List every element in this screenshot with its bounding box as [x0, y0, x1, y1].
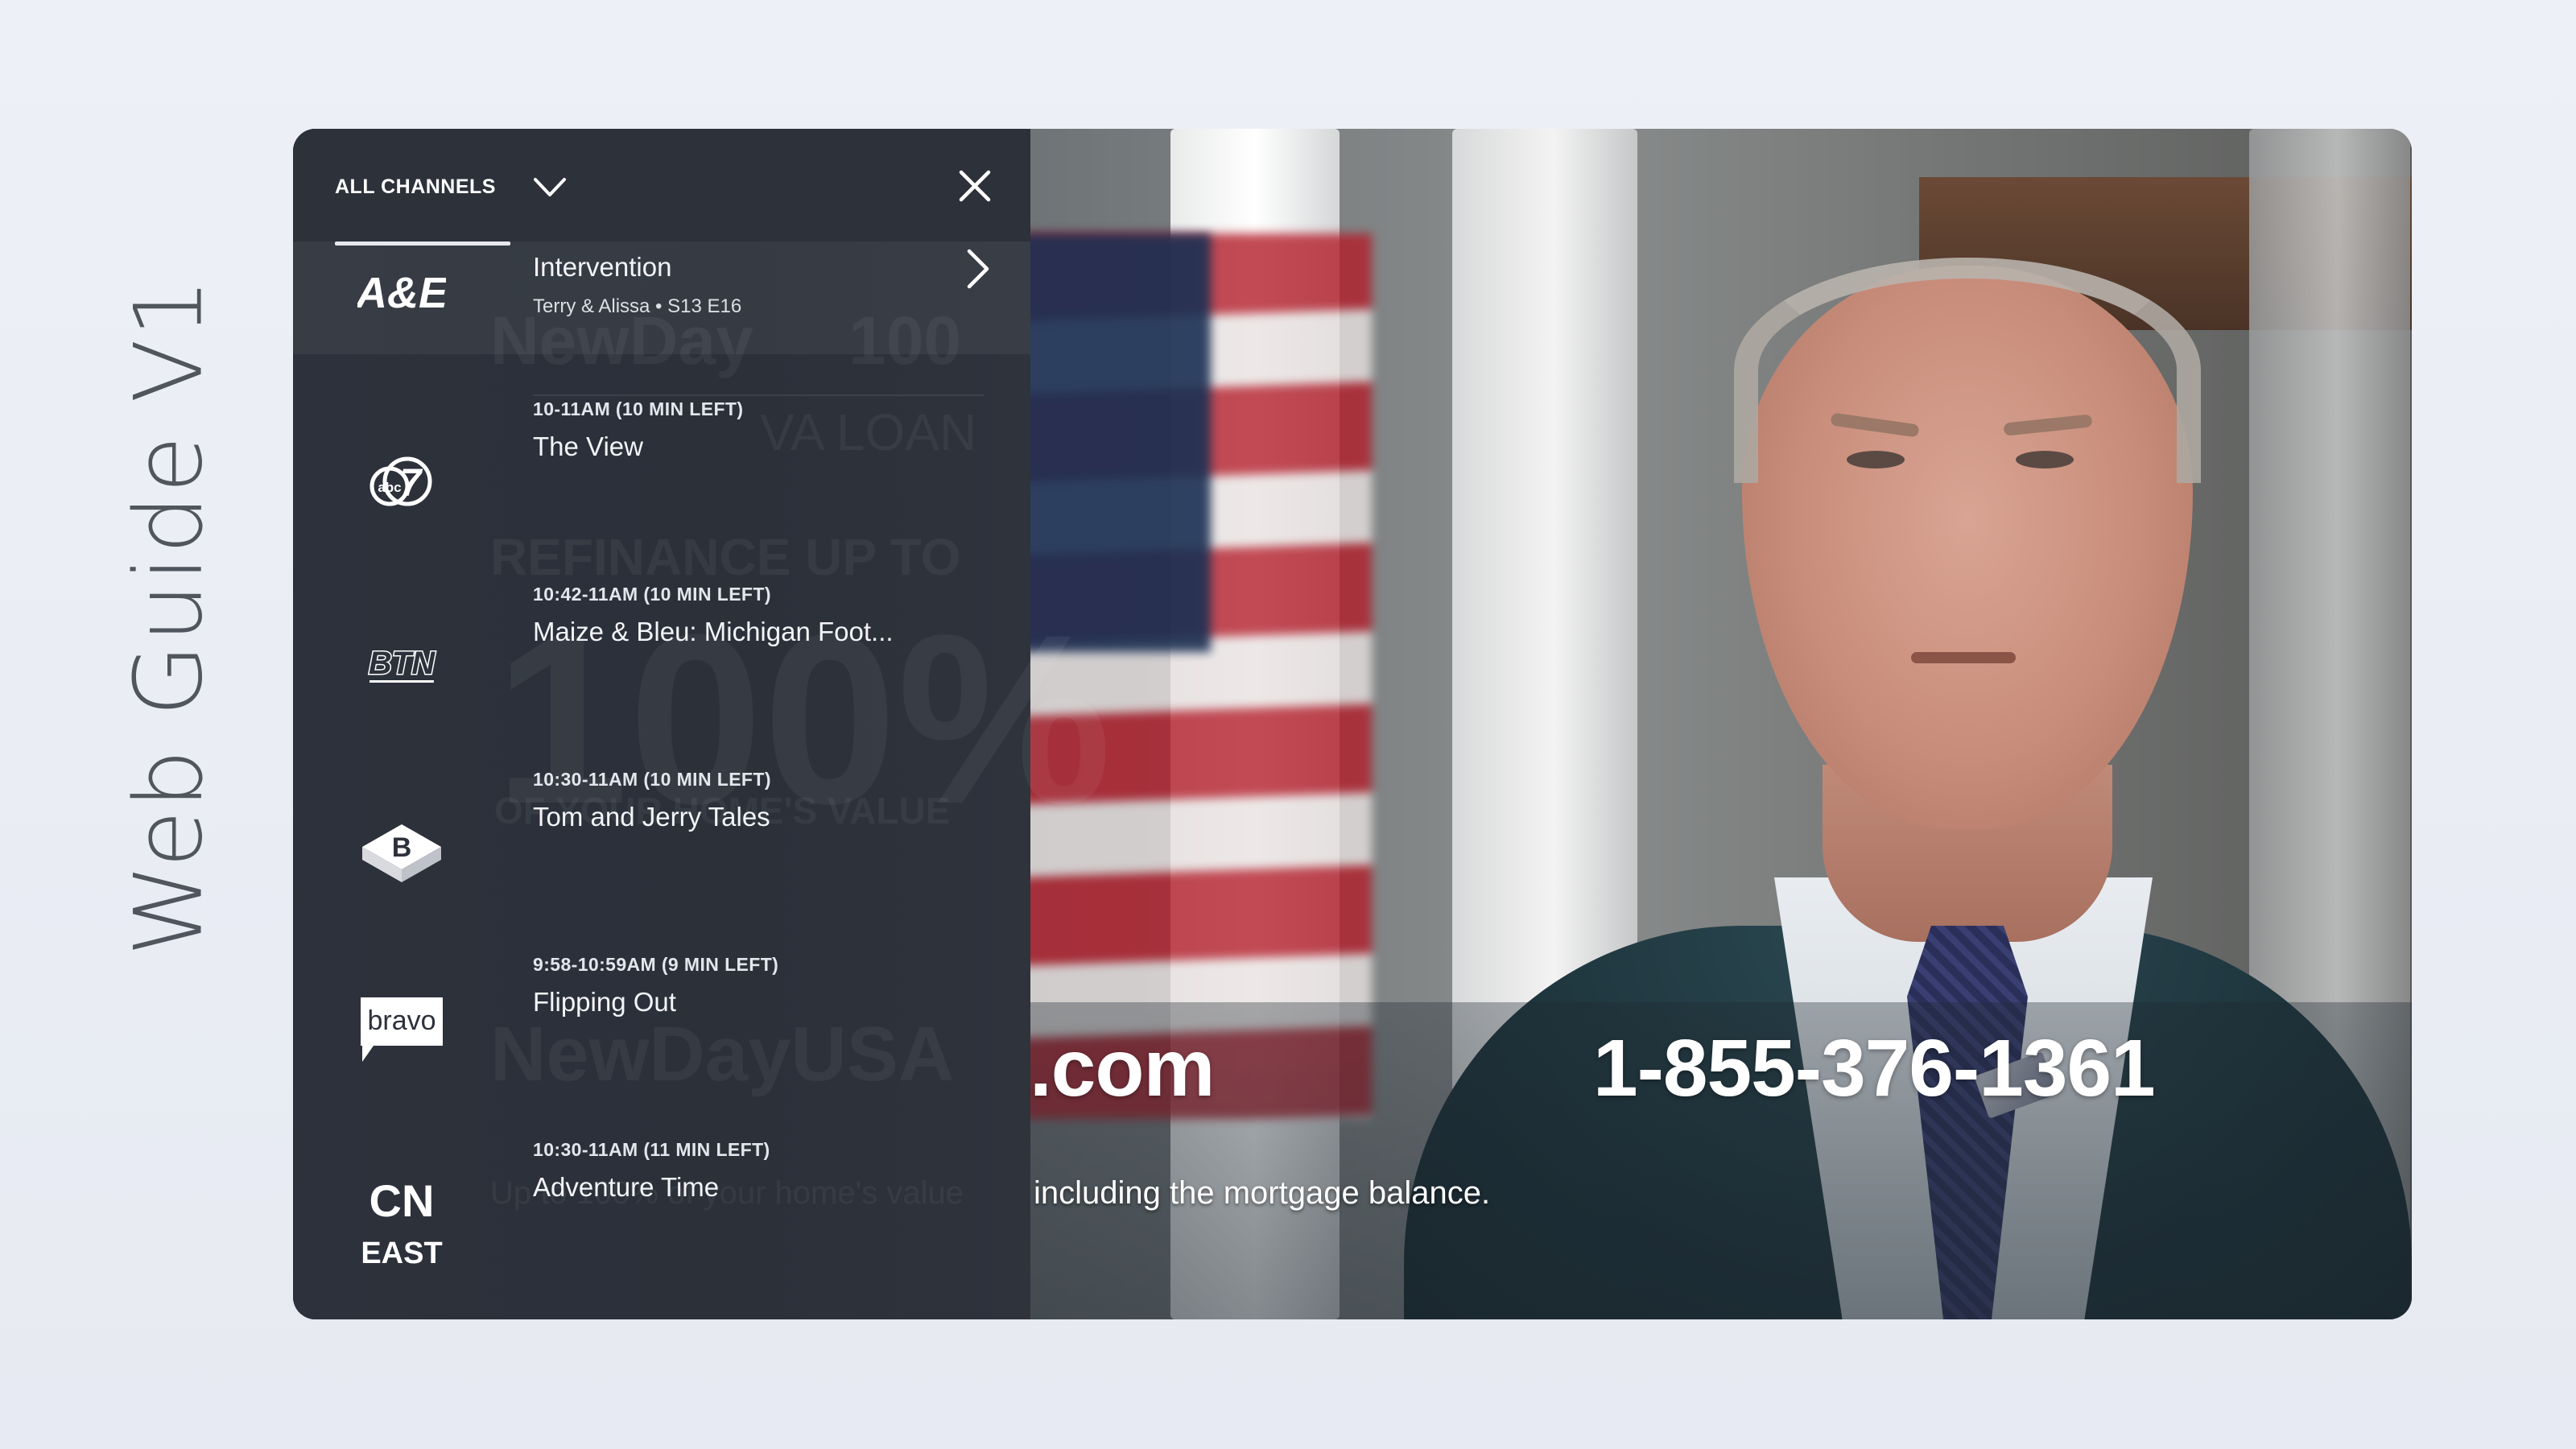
video-player[interactable]: .com 1-855-376-1361 including the mortga…: [293, 129, 2412, 1319]
video-caption: including the mortgage balance.: [1034, 1175, 1491, 1211]
program-time: 10-11AM (10 MIN LEFT): [533, 398, 744, 419]
bravo-logo: bravo: [357, 986, 446, 1075]
presenter-hair: [1734, 258, 2201, 483]
channel-row[interactable]: abc 7 10-11AM (10 MIN LEFT) The View: [293, 398, 1030, 584]
channel-filter-label: ALL CHANNELS: [335, 175, 496, 198]
svg-text:CN: CN: [369, 1175, 435, 1226]
program-time: 10:42-11AM (10 MIN LEFT): [533, 584, 771, 605]
program-subtitle: Terry & Alissa • S13 E16: [533, 295, 742, 317]
svg-text:BTN: BTN: [369, 646, 436, 681]
video-url-text: .com: [1030, 1023, 1215, 1113]
program-title: The View: [533, 431, 643, 461]
channel-guide-panel: NewDay 100 VA LOAN REFINANCE UP TO 100% …: [293, 129, 1112, 1319]
svg-text:7: 7: [400, 462, 423, 505]
ae-logo-icon: A&E: [357, 269, 446, 317]
abc7-logo-icon: abc 7: [369, 456, 432, 506]
program-time: 10:30-11AM (10 MIN LEFT): [533, 769, 771, 790]
page-title: Web Guide V1: [114, 275, 224, 956]
btn-logo: BTN: [357, 624, 446, 712]
channel-row-selected[interactable]: A&E Intervention Terry & Alissa • S13 E1…: [293, 242, 1030, 354]
program-title: Tom and Jerry Tales: [533, 802, 770, 832]
chevron-down-icon[interactable]: [533, 177, 567, 198]
channel-row[interactable]: bravo 9:58-10:59AM (9 MIN LEFT) Flipping…: [293, 954, 1030, 1139]
row-divider: [533, 394, 984, 396]
program-time: 10:30-11AM (11 MIN LEFT): [533, 1139, 770, 1160]
boomerang-logo: B: [357, 809, 446, 898]
program-time: 9:58-10:59AM (9 MIN LEFT): [533, 954, 779, 975]
cartoon-network-logo-icon: CN EAST: [361, 1175, 442, 1270]
presenter-eye: [1847, 451, 1905, 469]
program-title: Flipping Out: [533, 987, 676, 1017]
video-phone-text: 1-855-376-1361: [1593, 1023, 2156, 1113]
svg-text:abc: abc: [378, 480, 401, 495]
program-info: 9:58-10:59AM (9 MIN LEFT) Flipping Out: [533, 954, 778, 1018]
program-info: 10:30-11AM (10 MIN LEFT) Tom and Jerry T…: [533, 769, 771, 832]
channel-row[interactable]: CN EAST 10:30-11AM (11 MIN LEFT) Adventu…: [293, 1139, 1030, 1319]
program-title: Intervention: [533, 252, 672, 282]
ae-logo: A&E: [357, 250, 446, 338]
program-title: Adventure Time: [533, 1172, 720, 1202]
channel-row[interactable]: BTN 10:42-11AM (10 MIN LEFT) Maize & Ble…: [293, 584, 1030, 769]
bravo-logo-icon: bravo: [361, 997, 443, 1062]
program-info: 10:30-11AM (11 MIN LEFT) Adventure Time: [533, 1139, 770, 1203]
presenter-eye: [2016, 451, 2074, 469]
selected-program-info: Intervention Terry & Alissa • S13 E16: [533, 252, 741, 318]
svg-text:B: B: [392, 832, 412, 863]
program-info: 10-11AM (10 MIN LEFT) The View: [533, 398, 743, 462]
close-icon[interactable]: [953, 164, 997, 208]
chevron-right-icon[interactable]: [961, 248, 993, 294]
btn-logo-icon: BTN: [367, 645, 437, 683]
cartoon-network-logo: CN EAST: [357, 1171, 446, 1276]
svg-text:bravo: bravo: [367, 1005, 436, 1036]
channel-filter-dropdown[interactable]: ALL CHANNELS: [335, 175, 567, 199]
presenter-mouth: [1911, 652, 2016, 663]
guide-header: ALL CHANNELS: [293, 129, 1030, 242]
svg-text:EAST: EAST: [361, 1236, 442, 1270]
channel-row[interactable]: B 10:30-11AM (10 MIN LEFT) Tom and Jerry…: [293, 769, 1030, 954]
abc7-logo: abc 7: [357, 439, 446, 527]
active-tab-indicator: [335, 242, 510, 246]
boomerang-logo-icon: B: [362, 824, 441, 882]
ae-logo-text: A&E: [357, 269, 446, 317]
program-info: 10:42-11AM (10 MIN LEFT) Maize & Bleu: M…: [533, 584, 894, 647]
page-title-container: Web Guide V1: [80, 189, 258, 1042]
program-title: Maize & Bleu: Michigan Foot...: [533, 617, 894, 646]
